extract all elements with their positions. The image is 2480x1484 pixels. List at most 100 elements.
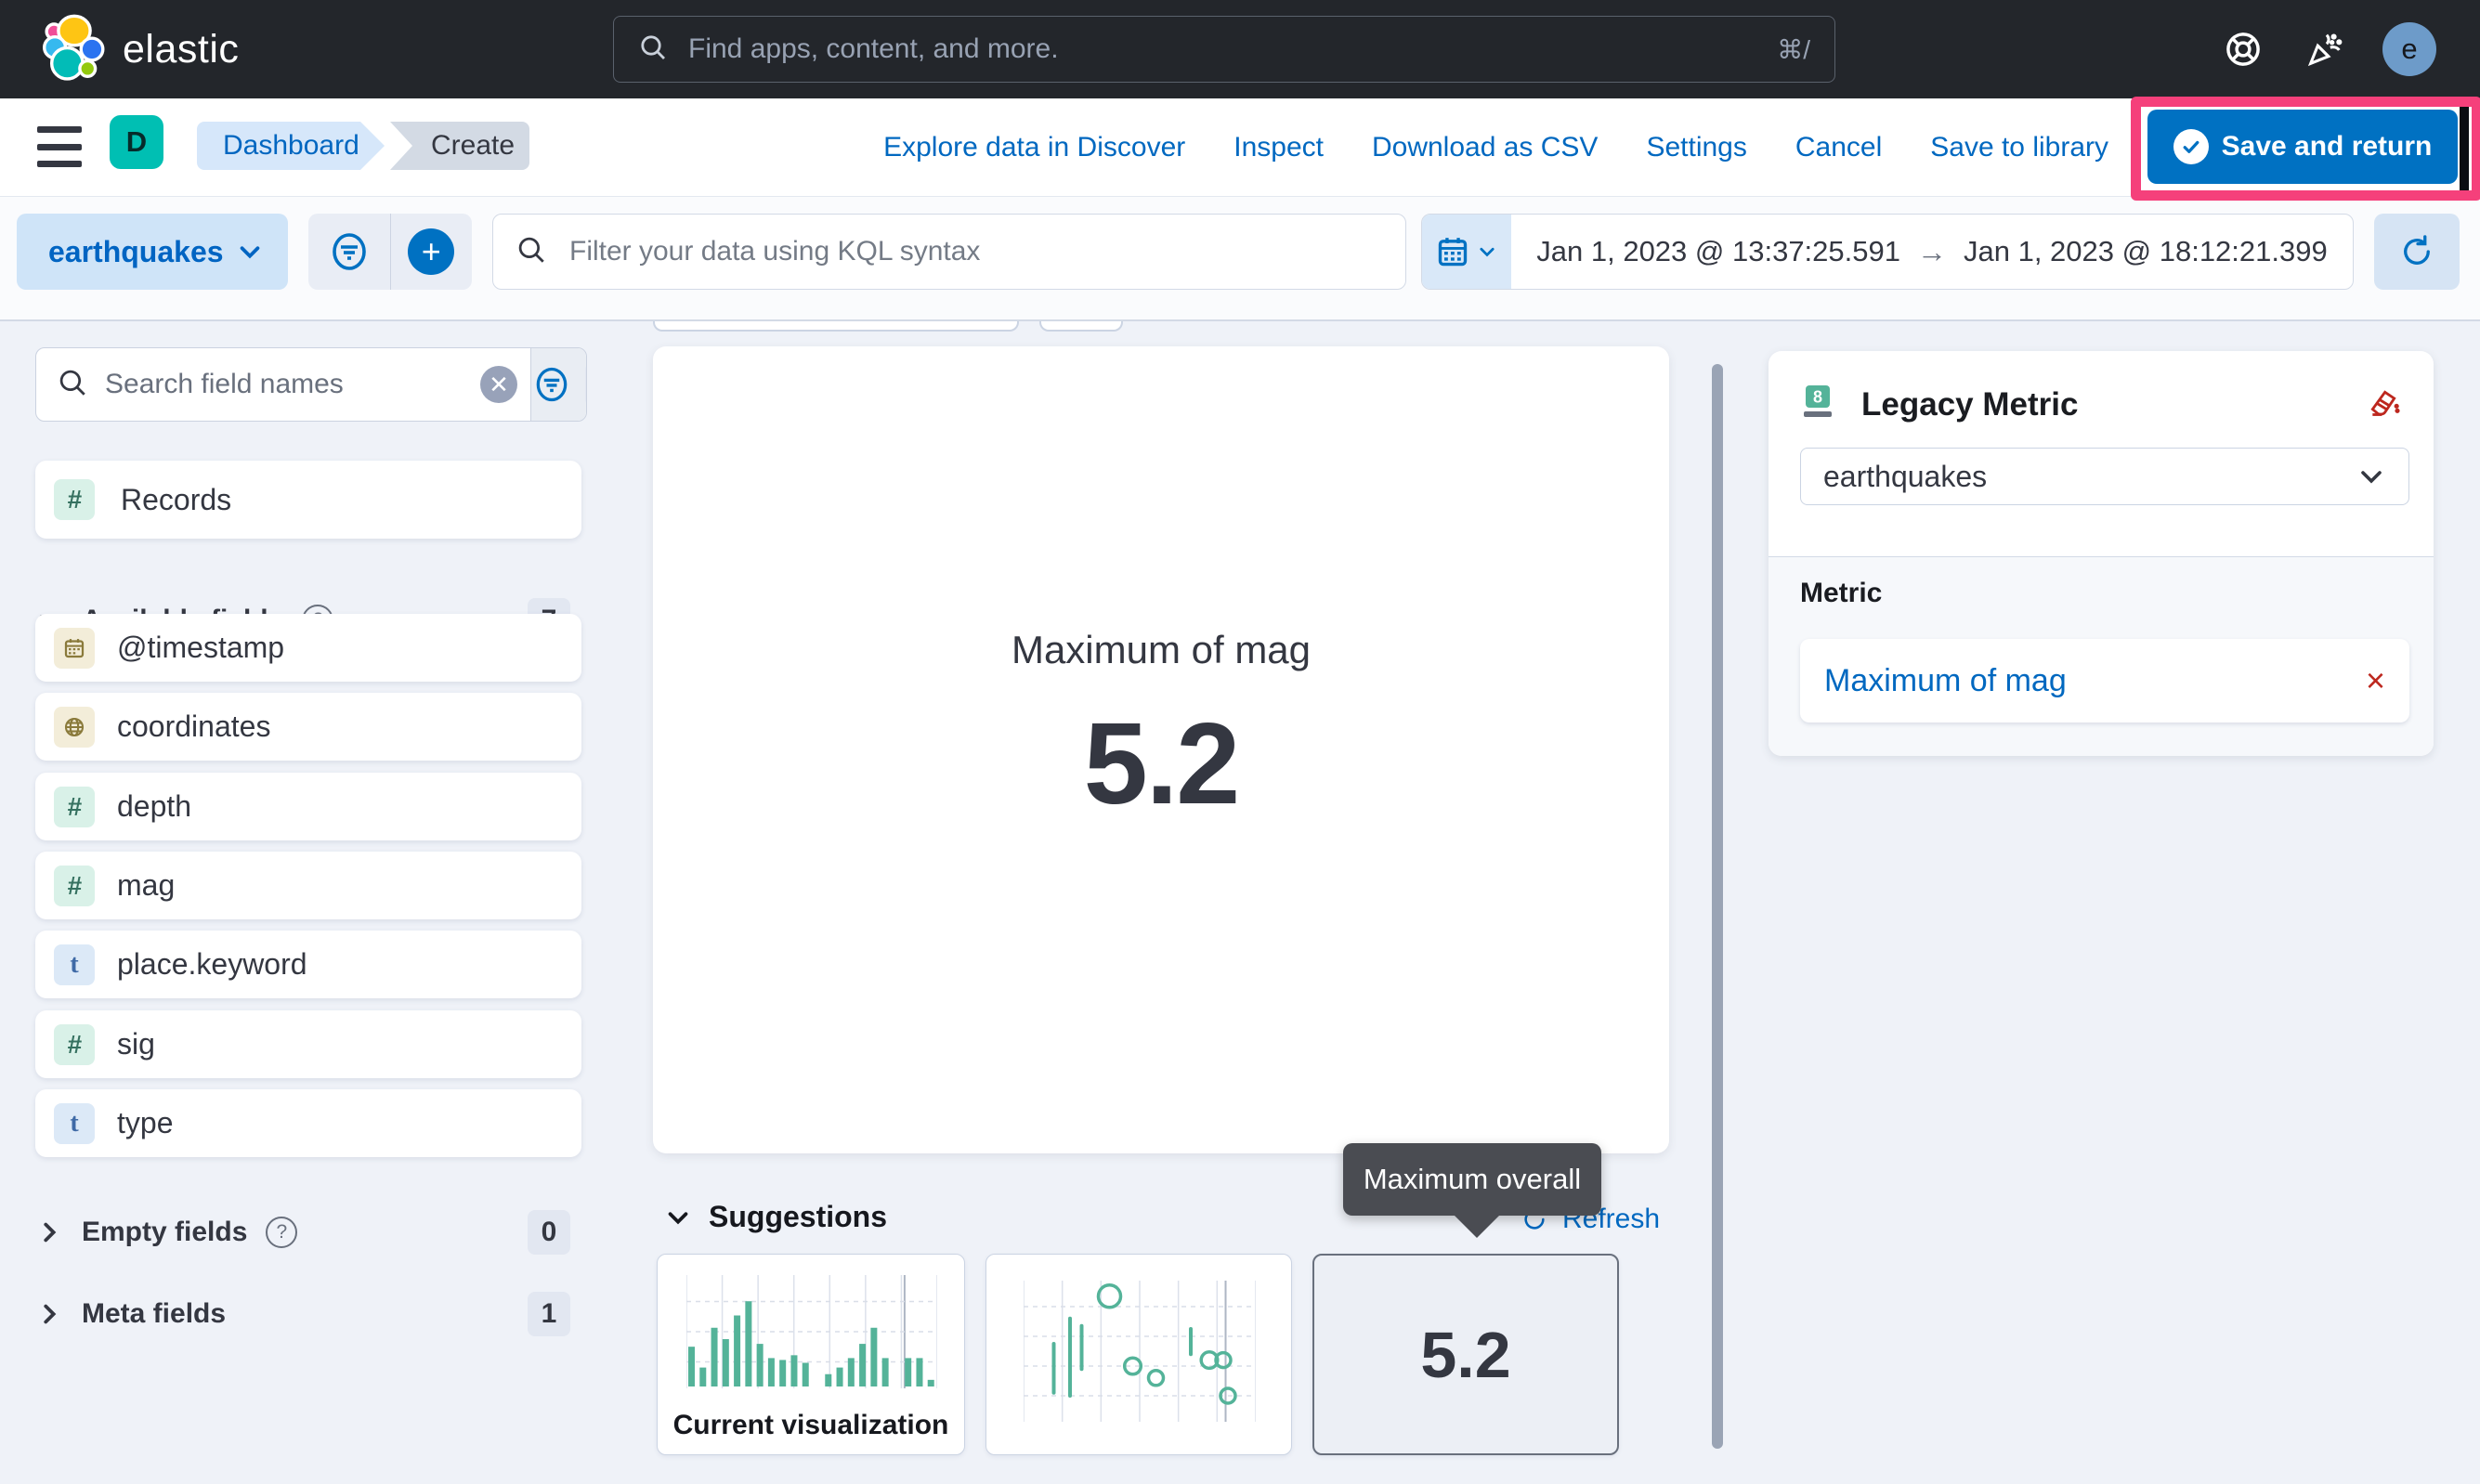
geo-type-icon xyxy=(54,707,95,748)
breadcrumb-dashboard[interactable]: Dashboard xyxy=(197,122,385,170)
date-range-arrow: → xyxy=(1917,235,1947,269)
section-meta-fields[interactable]: Meta fields 1 xyxy=(35,1288,581,1340)
section-empty-fields[interactable]: Empty fields ? 0 xyxy=(35,1206,581,1258)
date-range-picker: Jan 1, 2023 @ 13:37:25.591 → Jan 1, 2023… xyxy=(1421,214,2354,290)
search-icon xyxy=(638,33,668,67)
top-navigation-bar: elastic ⌘/ e xyxy=(0,0,2480,98)
metric-value: 5.2 xyxy=(653,698,1669,830)
field-item-sig[interactable]: # sig xyxy=(35,1010,581,1078)
space-badge[interactable]: D xyxy=(110,115,163,169)
kql-query-input[interactable] xyxy=(568,235,1383,268)
remove-dimension-icon[interactable]: × xyxy=(2366,664,2385,697)
number-type-icon: # xyxy=(54,1024,95,1065)
search-icon xyxy=(516,234,547,270)
clear-search-icon[interactable]: ✕ xyxy=(480,366,517,403)
layer-panel-title: Legacy Metric xyxy=(1861,386,2344,423)
brand-wordmark: elastic xyxy=(123,0,239,98)
toolbar-link-save-to-library[interactable]: Save to library xyxy=(1930,132,2108,163)
search-shortcut-hint: ⌘/ xyxy=(1777,34,1810,65)
scatter-chart-thumbnail xyxy=(1024,1277,1256,1425)
field-filter-segment[interactable]: 0 xyxy=(530,348,587,421)
legacy-metric-chart-icon: 8 xyxy=(1800,384,1841,427)
field-filter-count: 0 xyxy=(585,362,587,407)
field-item-place-keyword[interactable]: t place.keyword xyxy=(35,931,581,998)
kql-filter-bar[interactable] xyxy=(492,214,1406,290)
global-search[interactable]: ⌘/ xyxy=(613,16,1835,83)
plus-icon: + xyxy=(408,228,454,275)
saved-query-filter-icon[interactable] xyxy=(308,214,390,290)
field-item--timestamp[interactable]: @timestamp xyxy=(35,614,581,682)
menu-hamburger-icon[interactable] xyxy=(37,126,82,167)
layer-settings-panel: 8 Legacy Metric earthquakes Metric Maxim… xyxy=(1769,351,2434,756)
suggestion-tooltip: Maximum overall xyxy=(1343,1143,1601,1216)
metric-dimension-section: Metric Maximum of mag × xyxy=(1769,556,2434,756)
number-type-icon: # xyxy=(54,479,95,520)
records-label: Records xyxy=(121,483,231,517)
field-name: coordinates xyxy=(117,709,270,744)
annotation-shadow xyxy=(2460,106,2469,191)
layer-data-view-select[interactable]: earthquakes xyxy=(1800,448,2409,505)
toolbar-link-explore-data-in-discover[interactable]: Explore data in Discover xyxy=(883,132,1185,163)
number-type-icon: # xyxy=(54,787,95,827)
refresh-query-button[interactable] xyxy=(2374,214,2460,290)
field-name: depth xyxy=(117,789,191,824)
bar-chart-thumbnail xyxy=(686,1271,937,1392)
refresh-icon xyxy=(2397,232,2436,271)
chevron-right-icon xyxy=(35,1218,63,1246)
calendar-icon xyxy=(1436,235,1469,268)
suggestion-current-visualization[interactable]: Current visualization xyxy=(657,1254,965,1455)
help-icon[interactable] xyxy=(2222,28,2265,71)
date-type-icon xyxy=(54,628,95,669)
string-type-icon: t xyxy=(54,1103,95,1144)
field-name: mag xyxy=(117,868,175,903)
help-icon[interactable]: ? xyxy=(266,1217,297,1248)
number-type-icon: # xyxy=(54,866,95,906)
date-range-end[interactable]: Jan 1, 2023 @ 18:12:21.399 xyxy=(1964,235,2328,268)
field-name: @timestamp xyxy=(117,631,284,665)
empty-fields-count: 0 xyxy=(528,1210,570,1255)
global-search-input[interactable] xyxy=(686,33,1758,66)
svg-text:8: 8 xyxy=(1813,387,1822,406)
suggestions-header[interactable]: Suggestions xyxy=(664,1200,887,1234)
chevron-down-icon xyxy=(236,238,264,266)
user-avatar[interactable]: e xyxy=(2382,22,2436,76)
field-item-mag[interactable]: # mag xyxy=(35,852,581,919)
field-name: sig xyxy=(117,1027,155,1061)
chevron-down-icon xyxy=(664,1204,692,1231)
clear-layer-icon[interactable] xyxy=(2365,384,2402,426)
calendar-menu-button[interactable] xyxy=(1422,215,1511,289)
suggestion-metric[interactable]: 5.2 xyxy=(1312,1254,1619,1455)
current-visualization-label: Current visualization xyxy=(658,1410,964,1441)
toolbar-link-inspect[interactable]: Inspect xyxy=(1233,132,1324,163)
dimension-link[interactable]: Maximum of mag xyxy=(1824,663,2067,699)
toolbar-link-settings[interactable]: Settings xyxy=(1646,132,1746,163)
toolbar-links: Explore data in Discover Inspect Download … xyxy=(883,98,2108,197)
field-search-input[interactable] xyxy=(103,368,465,401)
field-name: type xyxy=(117,1106,173,1140)
field-item-type[interactable]: ttype xyxy=(35,1089,581,1157)
metric-thumbnail-value: 5.2 xyxy=(1314,1256,1617,1453)
toolbar-link-download-as-csv[interactable]: Download as CSV xyxy=(1372,132,1598,163)
metric-title: Maximum of mag xyxy=(653,628,1669,672)
date-range-start[interactable]: Jan 1, 2023 @ 13:37:25.591 xyxy=(1536,235,1900,268)
suggestion-scatter-chart[interactable] xyxy=(985,1254,1292,1455)
field-item-coordinates[interactable]: coordinates xyxy=(35,693,581,761)
chevron-down-icon xyxy=(2356,462,2386,491)
filter-controls: + xyxy=(308,214,472,290)
meta-fields-count: 1 xyxy=(528,1292,570,1336)
query-bar: earthquakes + xyxy=(0,197,2480,321)
news-party-popper-icon[interactable] xyxy=(2304,28,2346,71)
toolbar-link-cancel[interactable]: Cancel xyxy=(1795,132,1882,163)
metric-dimension-card[interactable]: Maximum of mag × xyxy=(1800,639,2409,722)
field-item-depth[interactable]: # depth xyxy=(35,773,581,840)
metric-section-label: Metric xyxy=(1800,578,1882,609)
data-view-picker[interactable]: earthquakes xyxy=(17,214,288,290)
field-name: place.keyword xyxy=(117,947,307,982)
add-filter-button[interactable]: + xyxy=(390,214,473,290)
vertical-scrollbar[interactable] xyxy=(1712,364,1723,1449)
save-and-return-button[interactable]: Save and return xyxy=(2147,110,2458,184)
records-field-item[interactable]: # Records xyxy=(35,461,581,539)
search-icon xyxy=(57,367,88,403)
elastic-logo-icon xyxy=(39,14,110,89)
string-type-icon: t xyxy=(54,944,95,985)
